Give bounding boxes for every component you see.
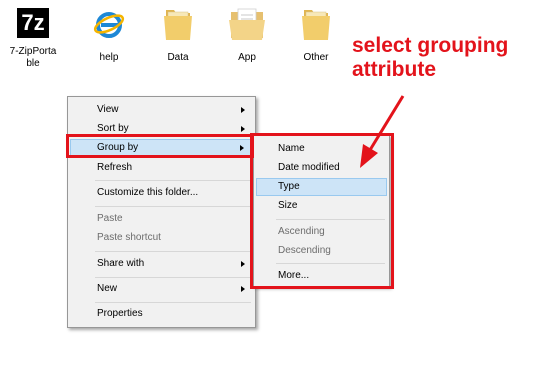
menu-item-customize-folder[interactable]: Customize this folder... xyxy=(70,184,253,202)
menu-item-properties[interactable]: Properties xyxy=(70,305,253,323)
desktop-icon-other[interactable]: Other xyxy=(291,6,341,76)
menu-item-refresh[interactable]: Refresh xyxy=(70,159,253,177)
menu-separator xyxy=(95,180,251,181)
menu-item-view[interactable]: View xyxy=(70,101,253,119)
menu-item-label: Share with xyxy=(97,258,145,269)
7zip-icon: 7z xyxy=(17,8,49,38)
menu-item-label: Customize this folder... xyxy=(97,187,199,198)
annotation-text: select grouping attribute xyxy=(352,34,548,82)
desktop-icon-data[interactable]: Data xyxy=(153,6,203,76)
menu-separator xyxy=(95,277,251,278)
folder-document-icon xyxy=(229,8,265,40)
menu-separator xyxy=(95,251,251,252)
submenu-arrow-icon xyxy=(241,261,245,267)
desktop-icon-label: App xyxy=(238,52,256,63)
7zip-glyph-text: 7z xyxy=(21,10,45,35)
menu-item-label: Sort by xyxy=(97,123,129,134)
folder-icon xyxy=(302,10,330,40)
desktop-icon-label: help xyxy=(99,52,119,63)
submenu-arrow-icon xyxy=(241,107,245,113)
menu-item-new[interactable]: New xyxy=(70,280,253,298)
menu-item-paste-shortcut: Paste shortcut xyxy=(70,229,253,247)
menu-item-label: View xyxy=(97,104,119,115)
submenu-highlight-box xyxy=(250,133,394,289)
desktop-icon-label: Data xyxy=(167,52,189,63)
submenu-arrow-icon xyxy=(241,286,245,292)
menu-item-label: Paste shortcut xyxy=(97,232,161,243)
desktop-icon-label: Other xyxy=(303,52,329,63)
group-by-highlight-box xyxy=(66,134,254,158)
menu-separator xyxy=(95,302,251,303)
desktop-icon-label: 7-ZipPortable xyxy=(9,46,57,69)
submenu-arrow-icon xyxy=(241,126,245,132)
menu-separator xyxy=(95,206,251,207)
menu-item-label: Refresh xyxy=(97,162,133,173)
menu-item-share-with[interactable]: Share with xyxy=(70,255,253,273)
desktop-icon-help[interactable]: help xyxy=(84,6,134,76)
annotation-line-2: attribute xyxy=(352,58,436,81)
desktop-icon-app[interactable]: App xyxy=(222,6,272,76)
internet-explorer-icon xyxy=(93,12,125,38)
annotation-line-1: select grouping xyxy=(352,34,509,57)
menu-item-label: New xyxy=(97,283,118,294)
menu-item-label: Paste xyxy=(97,213,123,224)
desktop-icon-7zip[interactable]: 7z 7-ZipPortable xyxy=(8,6,58,76)
menu-item-paste: Paste xyxy=(70,210,253,228)
folder-icon xyxy=(164,10,192,40)
context-menu: View Sort by Group by Refresh Customize … xyxy=(67,96,256,328)
menu-item-label: Properties xyxy=(97,308,143,319)
